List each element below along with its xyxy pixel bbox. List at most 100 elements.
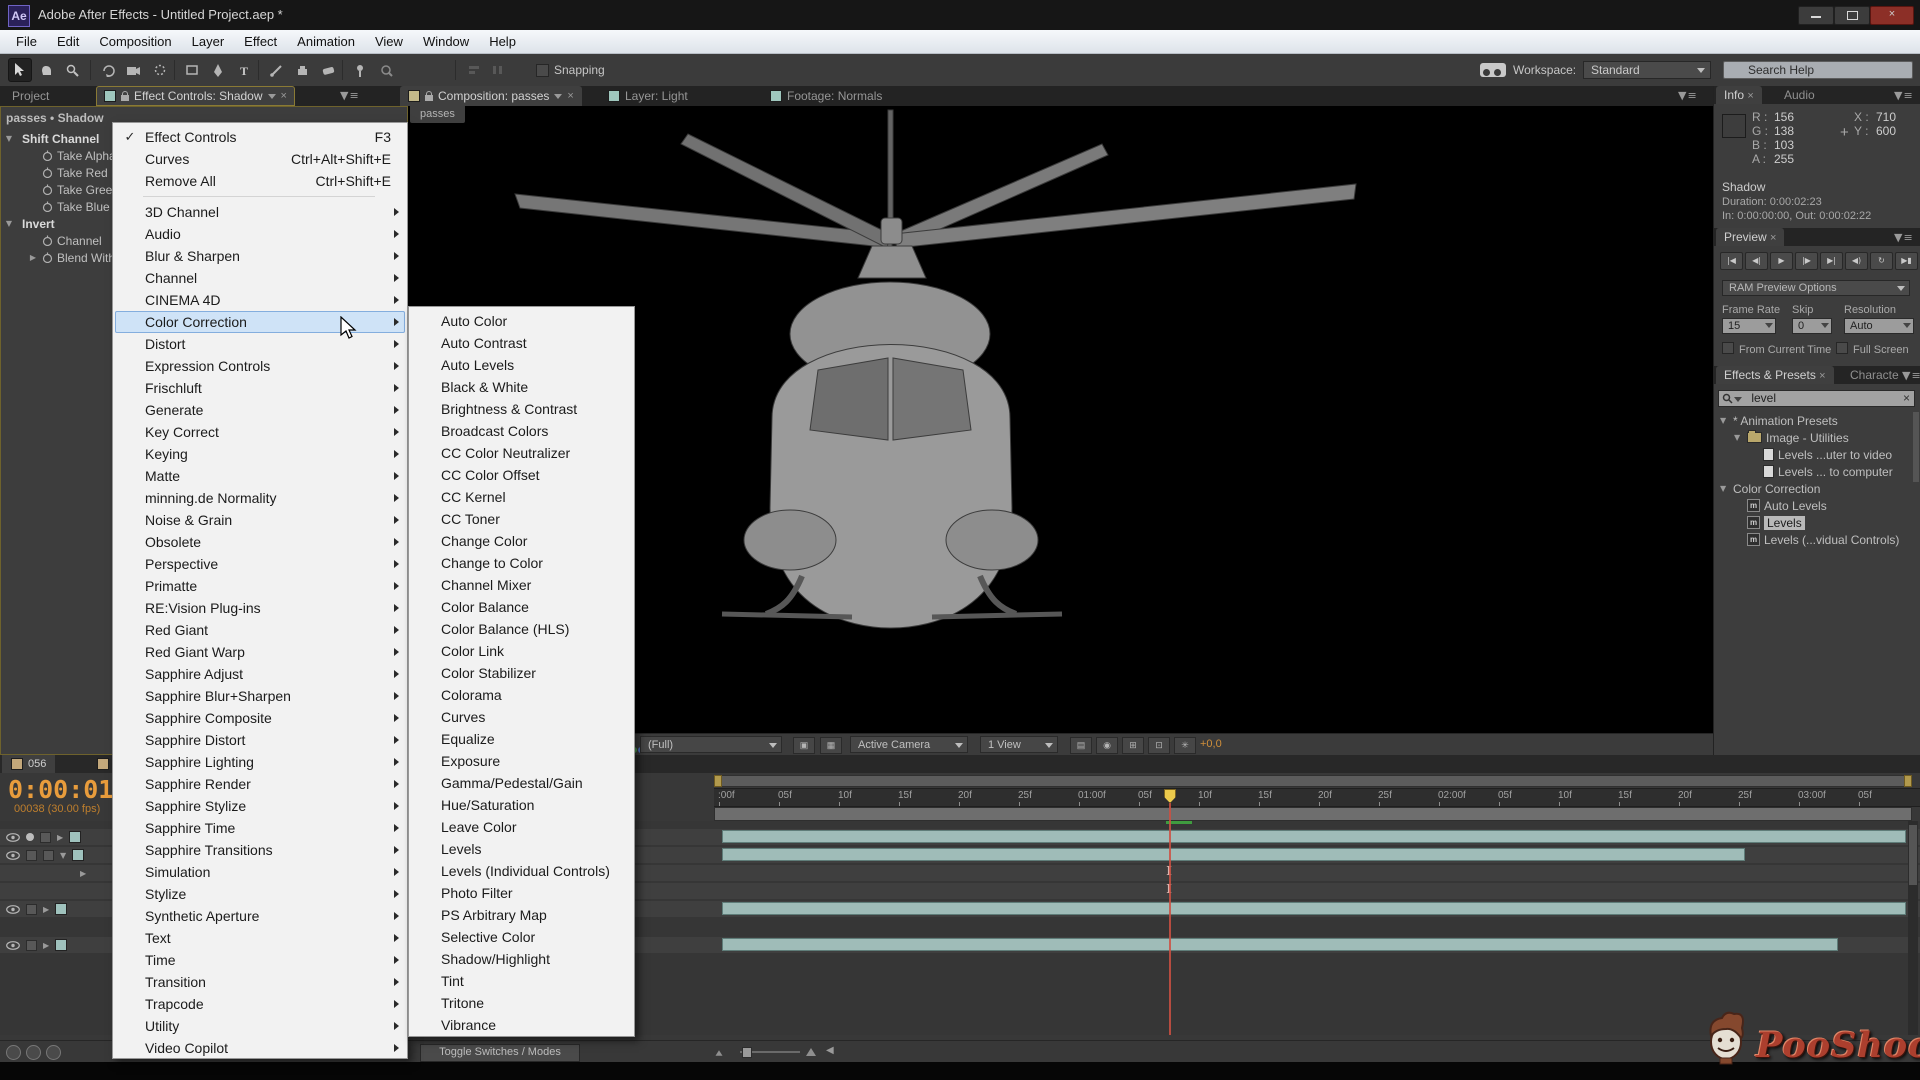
submenu-item[interactable]: Change to Color — [411, 552, 632, 574]
submenu-item[interactable]: Levels (Individual Controls) — [411, 860, 632, 882]
submenu-item[interactable]: Equalize — [411, 728, 632, 750]
switch-box[interactable] — [26, 940, 37, 951]
effects-tree-row[interactable]: Levels ...uter to video — [1720, 446, 1916, 463]
submenu-item[interactable]: Black & White — [411, 376, 632, 398]
brush-tool-icon[interactable] — [264, 58, 288, 82]
menu-category-item[interactable]: Primatte — [115, 575, 405, 597]
flowchart-icon[interactable]: ⊞ — [1122, 737, 1144, 754]
menu-category-item[interactable]: Sapphire Composite — [115, 707, 405, 729]
submenu-item[interactable]: Auto Contrast — [411, 332, 632, 354]
submenu-item[interactable]: Exposure — [411, 750, 632, 772]
zoom-tool-icon[interactable] — [60, 58, 84, 82]
menu-category-item[interactable]: Sapphire Distort — [115, 729, 405, 751]
expander-icon[interactable]: ▼ — [4, 134, 14, 143]
submenu-item[interactable]: Tritone — [411, 992, 632, 1014]
shy-layers-icon[interactable] — [26, 1045, 41, 1060]
menu-category-item[interactable]: Red Giant — [115, 619, 405, 641]
menu-category-item[interactable]: Blur & Sharpen — [115, 245, 405, 267]
submenu-item[interactable]: CC Color Neutralizer — [411, 442, 632, 464]
submenu-item[interactable]: Change Color — [411, 530, 632, 552]
eye-icon[interactable] — [6, 941, 20, 950]
eraser-tool-icon[interactable] — [316, 58, 340, 82]
menu-category-item[interactable]: Transition — [115, 971, 405, 993]
transport-button[interactable]: |◀ — [1720, 252, 1743, 270]
submenu-item[interactable]: Hue/Saturation — [411, 794, 632, 816]
switch-box[interactable] — [43, 850, 54, 861]
time-ruler[interactable]: :00f05f10f15f20f25f01:00f05f10f15f20f25f… — [714, 788, 1920, 807]
stopwatch-icon[interactable] — [42, 184, 53, 195]
expander-icon[interactable]: ▼ — [1720, 416, 1729, 425]
submenu-item[interactable]: Selective Color — [411, 926, 632, 948]
solo-dot-icon[interactable] — [26, 833, 34, 841]
effects-tree-row[interactable]: m Levels (...vidual Controls) — [1720, 531, 1916, 548]
snapping-checkbox[interactable] — [536, 64, 549, 77]
full-screen-checkbox[interactable]: Full Screen — [1836, 342, 1909, 356]
selection-tool-icon[interactable] — [8, 58, 32, 82]
menu-item[interactable]: Remove All Ctrl+Shift+E — [115, 170, 405, 192]
menu-category-item[interactable]: Text — [115, 927, 405, 949]
timeline-tab[interactable]: 056 — [2, 755, 55, 773]
switch-box[interactable] — [40, 832, 51, 843]
expander-icon[interactable]: ▶ — [80, 869, 86, 878]
effects-tree-row[interactable]: ▼ * Animation Presets — [1720, 412, 1916, 429]
eye-icon[interactable] — [6, 851, 20, 860]
tab-composition[interactable]: Composition: passes × — [400, 86, 582, 106]
submenu-item[interactable]: Color Balance — [411, 596, 632, 618]
expander-icon[interactable]: ▼ — [1720, 484, 1729, 493]
search-help-input[interactable]: Search Help — [1723, 61, 1913, 79]
scrollbar[interactable] — [1913, 412, 1919, 482]
menu-category-item[interactable]: Distort — [115, 333, 405, 355]
menu-category-item[interactable]: Video Copilot — [115, 1037, 405, 1059]
menu-category-item[interactable]: Synthetic Aperture — [115, 905, 405, 927]
submenu-item[interactable]: Leave Color — [411, 816, 632, 838]
menu-category-item[interactable]: 3D Channel — [115, 201, 405, 223]
pan-behind-tool-icon[interactable] — [148, 58, 172, 82]
panel-menu-icon[interactable]: ▼≡ — [340, 89, 360, 102]
menu-category-item[interactable]: Key Correct — [115, 421, 405, 443]
switch-box[interactable] — [26, 850, 37, 861]
effects-tree-row[interactable]: m Levels — [1720, 514, 1916, 531]
puppet-pin-tool-icon[interactable] — [348, 58, 372, 82]
layer-bar[interactable] — [722, 830, 1906, 843]
grid-options-icon[interactable]: ▤ — [1070, 737, 1092, 754]
effects-tree-row[interactable]: m Auto Levels — [1720, 497, 1916, 514]
layer-switches[interactable]: ▶ — [0, 865, 112, 881]
shape-tool-icon[interactable] — [180, 58, 204, 82]
chevron-down-icon[interactable] — [554, 94, 562, 99]
tab-footage[interactable]: Footage: Normals — [762, 86, 890, 106]
transport-button[interactable]: |▶ — [1795, 252, 1818, 270]
submenu-item[interactable]: Color Stabilizer — [411, 662, 632, 684]
from-current-time-checkbox[interactable]: From Current Time — [1722, 342, 1831, 356]
snapping-label[interactable]: Snapping — [554, 63, 605, 77]
resolution-select[interactable]: Auto — [1844, 318, 1914, 334]
menu-category-item[interactable]: Frischluft — [115, 377, 405, 399]
transport-button[interactable]: ▶▮ — [1895, 252, 1918, 270]
expander-icon[interactable]: ▼ — [1734, 433, 1743, 442]
menu-category-item[interactable]: CINEMA 4D — [115, 289, 405, 311]
pixel-aspect-icon[interactable]: ⊡ — [1148, 737, 1170, 754]
transport-button[interactable]: ◀) — [1845, 252, 1868, 270]
menu-category-item[interactable]: Perspective — [115, 553, 405, 575]
menu-category-item[interactable]: Simulation — [115, 861, 405, 883]
menu-bar-item[interactable]: Edit — [47, 30, 89, 53]
layer-bar[interactable] — [722, 902, 1906, 915]
submenu-item[interactable]: PS Arbitrary Map — [411, 904, 632, 926]
submenu-item[interactable]: Auto Color — [411, 310, 632, 332]
chevron-down-icon[interactable] — [268, 94, 276, 99]
zoom-out-icon[interactable] — [716, 1050, 723, 1056]
menu-category-item[interactable]: Time — [115, 949, 405, 971]
menu-category-item[interactable]: Stylize — [115, 883, 405, 905]
submenu-item[interactable]: Gamma/Pedestal/Gain — [411, 772, 632, 794]
menu-category-item[interactable]: Sapphire Time — [115, 817, 405, 839]
submenu-item[interactable]: Vibrance — [411, 1014, 632, 1036]
region-of-interest-icon[interactable]: ▣ — [793, 737, 815, 754]
expander-icon[interactable]: ▼ — [4, 219, 14, 228]
panel-menu-icon[interactable]: ▼≡ — [1678, 89, 1698, 102]
skip-select[interactable]: 0 — [1792, 318, 1832, 334]
expander-icon[interactable]: ▶ — [43, 905, 49, 914]
transport-button[interactable]: ◀| — [1745, 252, 1768, 270]
submenu-item[interactable]: Tint — [411, 970, 632, 992]
composition-subtab[interactable]: passes — [410, 106, 465, 123]
minimize-button[interactable] — [1798, 6, 1834, 25]
layer-switches[interactable]: ▶ — [0, 937, 112, 953]
